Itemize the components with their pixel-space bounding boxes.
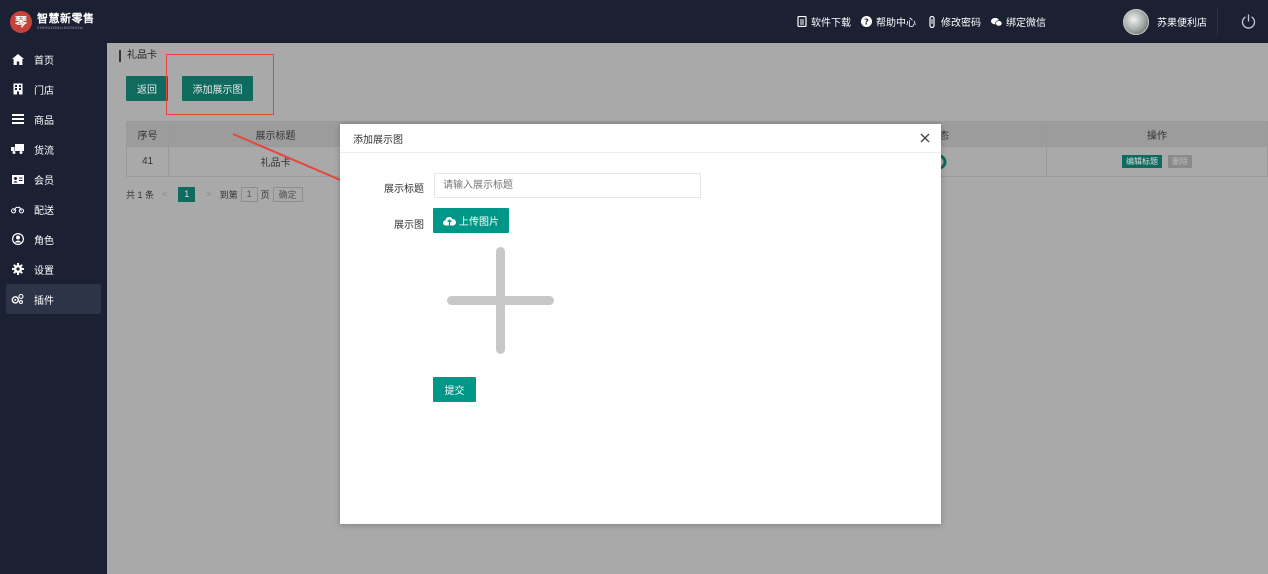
close-icon[interactable] <box>919 132 931 144</box>
store-icon <box>11 83 24 96</box>
logo-en: ZHIHUIXINLINGSHOU <box>37 24 83 30</box>
sidebar-item-role[interactable]: 角色 <box>6 224 101 254</box>
list-icon <box>11 113 24 126</box>
image-placeholder-plus-icon[interactable] <box>447 247 554 354</box>
motorbike-icon <box>11 203 24 216</box>
plugin-gears-icon <box>11 293 24 306</box>
upload-image-button[interactable]: 上传图片 <box>433 208 509 233</box>
change-password-link[interactable]: 修改密码 <box>926 14 981 29</box>
help-icon: ? <box>861 16 872 27</box>
breadcrumb: 礼品卡 <box>119 50 157 62</box>
pager-total: 共 1 条 <box>126 189 155 200</box>
status-toggle[interactable] <box>927 147 1047 176</box>
header-index: 序号 <box>127 122 169 146</box>
logo-name: 智慧新零售 <box>37 12 95 25</box>
display-image-label: 展示图 <box>394 220 424 231</box>
key-icon <box>926 15 937 28</box>
annotation-highlight-box <box>166 54 274 115</box>
avatar <box>1123 8 1149 35</box>
display-title-input[interactable] <box>434 173 701 198</box>
header-status: 态 <box>927 122 1047 146</box>
dialog-title: 添加展示图 <box>340 124 941 153</box>
wechat-icon <box>991 16 1002 27</box>
sidebar: 首页 门店 商品 货流 会员 配送 角色 设置 插件 <box>0 43 107 574</box>
sidebar-item-delivery[interactable]: 配送 <box>6 194 101 224</box>
gear-icon <box>11 263 24 276</box>
cloud-upload-icon <box>443 216 456 226</box>
sidebar-item-member[interactable]: 会员 <box>6 164 101 194</box>
pager-next[interactable]: > <box>201 186 217 202</box>
top-bar: 琴 智慧新零售 ZHIHUIXINLINGSHOU 软件下载 ? 帮助中心 修改… <box>0 0 1268 43</box>
bind-wechat-link[interactable]: 绑定微信 <box>991 14 1046 29</box>
pager-current[interactable]: 1 <box>178 186 196 202</box>
username: 苏果便利店 <box>1157 18 1207 29</box>
row-actions: 编辑标题 删除 <box>1047 147 1267 176</box>
display-title-label: 展示标题 <box>384 184 424 195</box>
submit-button[interactable]: 提交 <box>433 377 476 402</box>
pager-prev[interactable]: < <box>157 186 173 202</box>
truck-icon <box>11 143 24 156</box>
divider <box>1217 8 1218 35</box>
download-link[interactable]: 软件下载 <box>796 14 851 29</box>
back-button[interactable]: 返回 <box>126 76 168 101</box>
logo-mark: 琴 <box>10 10 32 33</box>
svg-text:?: ? <box>864 18 869 27</box>
user-menu[interactable]: 苏果便利店 <box>1123 0 1207 43</box>
home-icon <box>11 53 24 66</box>
delete-button[interactable]: 删除 <box>1168 155 1192 168</box>
help-link[interactable]: ? 帮助中心 <box>861 14 916 29</box>
sidebar-item-plugins[interactable]: 插件 <box>6 284 101 314</box>
sidebar-item-home[interactable]: 首页 <box>6 44 101 74</box>
header-actions: 操作 <box>1147 130 1167 142</box>
sidebar-item-logistics[interactable]: 货流 <box>6 134 101 164</box>
logo[interactable]: 琴 智慧新零售 ZHIHUIXINLINGSHOU <box>0 0 107 43</box>
power-icon[interactable] <box>1240 13 1257 30</box>
sidebar-item-settings[interactable]: 设置 <box>6 254 101 284</box>
row-index: 41 <box>127 147 169 176</box>
add-display-image-dialog: 添加展示图 展示标题 展示图 上传图片 提交 <box>340 124 941 524</box>
sidebar-item-store[interactable]: 门店 <box>6 74 101 104</box>
user-circle-icon <box>11 233 24 246</box>
edit-title-button[interactable]: 编辑标题 <box>1122 155 1162 168</box>
download-icon <box>796 16 807 27</box>
sidebar-item-goods[interactable]: 商品 <box>6 104 101 134</box>
member-card-icon <box>11 173 24 186</box>
